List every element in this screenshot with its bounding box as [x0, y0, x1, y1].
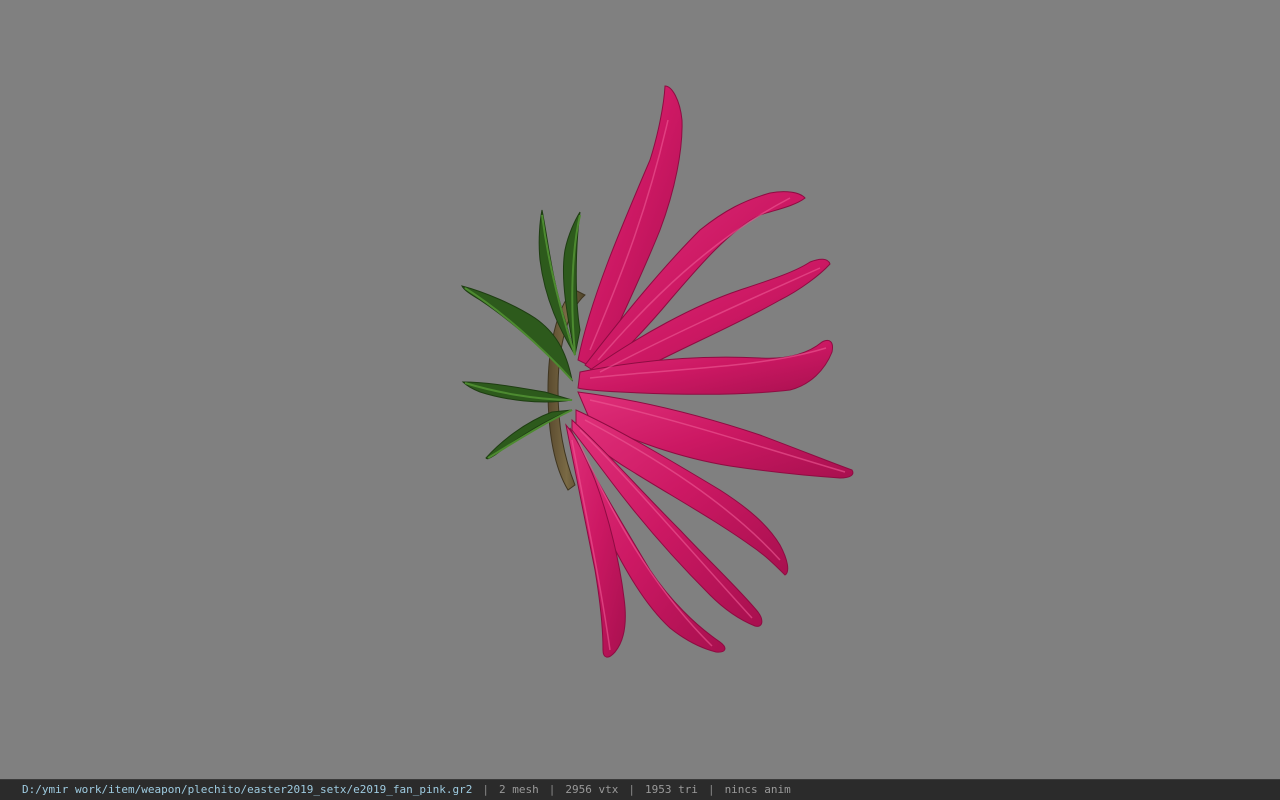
vertex-count: 2956 vtx [565, 783, 619, 796]
3d-viewport[interactable] [0, 0, 1280, 779]
separator: | [707, 783, 715, 796]
separator: | [482, 783, 489, 796]
separator: | [548, 783, 556, 796]
file-path: D:/ymir work/item/weapon/plechito/easter… [22, 783, 473, 796]
triangle-count: 1953 tri [644, 783, 698, 796]
mesh-count: 2 mesh [498, 783, 539, 796]
separator: | [628, 783, 635, 796]
status-bar: D:/ymir work/item/weapon/plechito/easter… [0, 779, 1280, 800]
fan-model [461, 85, 854, 658]
animation-status: nincs anim [724, 783, 791, 796]
